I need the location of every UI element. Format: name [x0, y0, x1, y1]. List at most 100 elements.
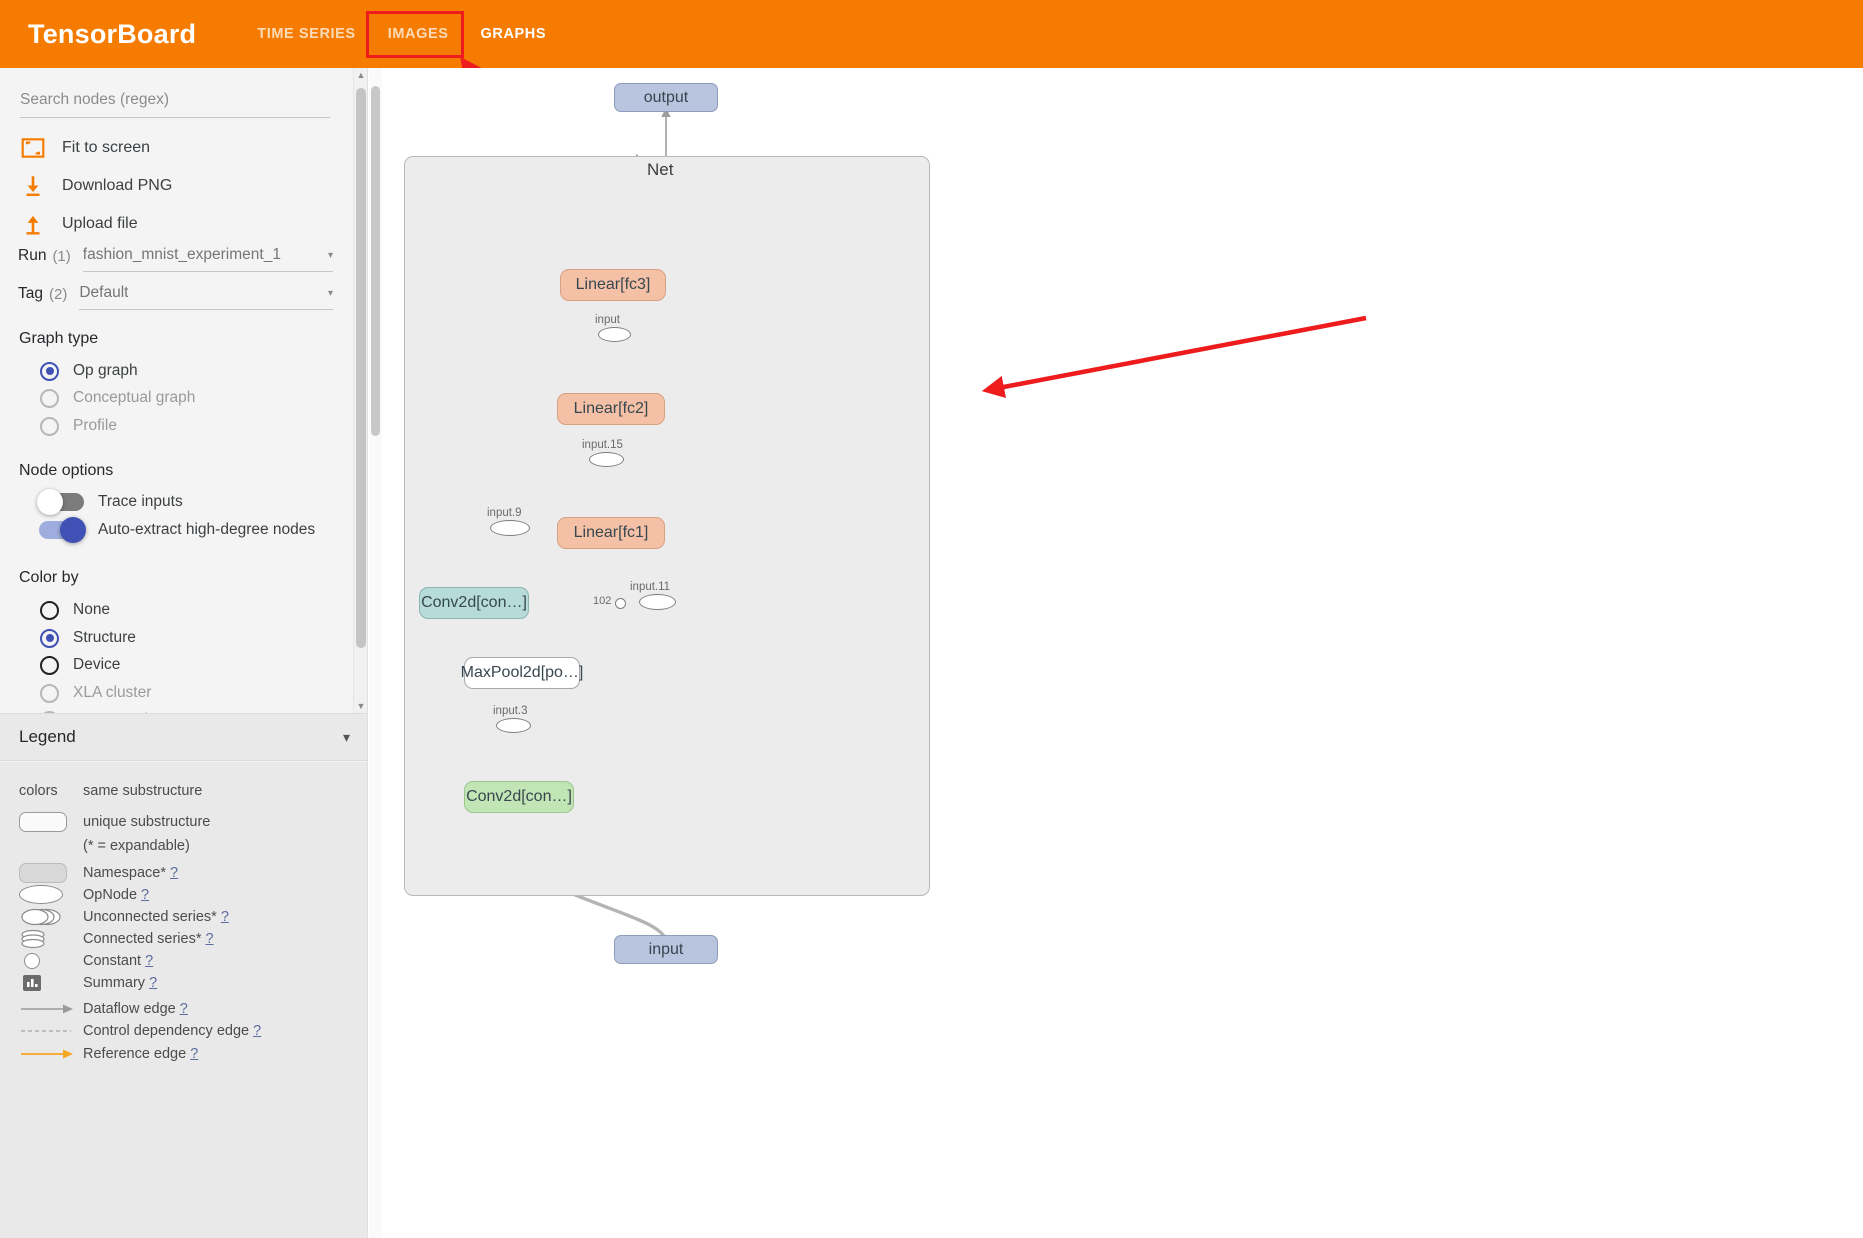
legend-label-same-substructure: same substructure [83, 782, 203, 799]
tensorboard-app: TensorBoard TIME SERIES IMAGES GRAPHS Se… [0, 0, 1863, 1238]
graph-node-linear-fc1[interactable]: Linear[fc1] [557, 517, 665, 549]
search-nodes-field[interactable] [20, 91, 330, 118]
help-link-connected-series[interactable]: ? [206, 931, 214, 947]
radio-color-structure[interactable]: Structure [40, 627, 136, 649]
sidebar-scrollbar-thumb[interactable] [356, 88, 366, 648]
run-select-control[interactable]: fashion_mnist_experiment_1 ▾ [82, 246, 333, 272]
graph-node-output[interactable]: output [614, 83, 718, 112]
sidebar-scrollbar[interactable]: ▲ ▼ [353, 68, 367, 713]
legend-item-connected-series: Connected series* ? [0, 928, 367, 949]
toggle-icon-trace-inputs [37, 489, 84, 515]
legend-swatch-reference-edge [19, 1043, 81, 1064]
radio-color-device[interactable]: Device [40, 654, 120, 676]
upload-file-button[interactable]: Upload file [20, 209, 138, 239]
legend-header[interactable]: Legend ▾ [0, 713, 367, 761]
fit-to-screen-icon [21, 138, 45, 158]
legend-text-dataflow-edge: Dataflow edge [83, 1000, 176, 1017]
graph-opnode-input9[interactable] [490, 520, 530, 536]
legend-title: Legend [19, 727, 76, 746]
top-app-bar: TensorBoard TIME SERIES IMAGES GRAPHS [0, 0, 1863, 68]
graph-node-conv2d-conv2[interactable]: Conv2d[con…] [419, 587, 529, 619]
graph-node-linear-fc3[interactable]: Linear[fc3] [560, 269, 666, 301]
small-circle-icon [24, 952, 40, 969]
legend-label-dataflow-edge: Dataflow edge ? [83, 1001, 188, 1017]
graph-node-conv2d-conv1[interactable]: Conv2d[con…] [464, 781, 574, 813]
tag-selector[interactable]: Tag (2) Default ▾ [18, 284, 333, 310]
radio-label-color-structure: Structure [73, 629, 136, 646]
help-link-reference-edge[interactable]: ? [190, 1046, 198, 1062]
chevron-down-icon-tag: ▾ [327, 287, 333, 299]
op-label-input15: input.15 [582, 439, 623, 451]
toggle-icon-auto-extract [39, 517, 86, 543]
help-link-opnode[interactable]: ? [141, 887, 149, 903]
graph-opnode-input[interactable] [598, 327, 631, 342]
main-tabs: TIME SERIES IMAGES GRAPHS [241, 0, 562, 68]
toggle-auto-extract[interactable]: Auto-extract high-degree nodes [39, 517, 315, 543]
op-label-input9: input.9 [487, 507, 522, 519]
tag-count: (2) [49, 286, 68, 303]
graph-opnode-input15[interactable] [589, 452, 624, 467]
graph-opnode-input3[interactable] [496, 718, 531, 733]
upload-icon [26, 215, 40, 235]
chevron-down-icon-run: ▾ [327, 249, 333, 261]
legend-swatch-control-dependency-edge [19, 1020, 81, 1041]
radio-label-conceptual-graph: Conceptual graph [73, 389, 196, 406]
dashed-arrow-icon [21, 1029, 71, 1032]
legend-text-reference-edge: Reference edge [83, 1045, 187, 1062]
graph-node-maxpool2d[interactable]: MaxPool2d[po…] [461, 657, 583, 689]
run-selector[interactable]: Run (1) fashion_mnist_experiment_1 ▾ [18, 246, 333, 272]
legend-text-constant: Constant [83, 952, 142, 969]
fit-to-screen-button[interactable]: Fit to screen [20, 133, 150, 163]
toggle-trace-inputs[interactable]: Trace inputs [37, 489, 183, 515]
radio-color-xla-cluster[interactable]: XLA cluster [40, 682, 151, 704]
graph-node-linear-fc2[interactable]: Linear[fc2] [557, 393, 665, 425]
help-link-constant[interactable]: ? [145, 953, 153, 969]
radio-conceptual-graph[interactable]: Conceptual graph [40, 387, 195, 409]
legend-text-namespace: Namespace* [83, 864, 167, 881]
left-sidebar: Fit to screen Download PNG Upload file [0, 68, 368, 1238]
toggle-label-auto-extract: Auto-extract high-degree nodes [98, 521, 316, 538]
help-link-unconnected-series[interactable]: ? [221, 909, 229, 925]
download-png-button[interactable]: Download PNG [20, 171, 172, 201]
tab-images[interactable]: IMAGES [372, 0, 465, 68]
legend-swatch-unique-substructure [19, 811, 81, 832]
toggle-label-trace-inputs: Trace inputs [98, 493, 183, 510]
legend-item-same-substructure: colors same substructure [0, 780, 367, 801]
legend-item-namespace: Namespace* ? [0, 862, 367, 883]
color-by-title: Color by [19, 569, 79, 586]
graph-canvas[interactable]: Net output Linear[fc3] input Linear[fc2]… [369, 68, 1863, 1238]
radio-profile[interactable]: Profile [40, 415, 117, 437]
scroll-up-icon[interactable]: ▲ [356, 70, 366, 80]
stacked-disc-icon [21, 929, 45, 948]
legend-label-reference-edge: Reference edge ? [83, 1046, 198, 1062]
help-link-namespace[interactable]: ? [170, 865, 178, 881]
scroll-down-icon[interactable]: ▼ [356, 701, 366, 711]
tab-time-series[interactable]: TIME SERIES [241, 0, 371, 68]
legend-body: colors same substructure unique substruc… [0, 762, 367, 1238]
graph-opnode-input11[interactable] [639, 594, 676, 610]
search-input[interactable] [20, 91, 330, 118]
run-label: Run [18, 247, 47, 264]
graph-constant-102-node[interactable] [615, 598, 626, 609]
stacked-ellipse-icon [21, 908, 61, 925]
help-link-dataflow-edge[interactable]: ? [180, 1001, 188, 1017]
radio-color-none[interactable]: None [40, 599, 110, 621]
fit-to-screen-label: Fit to screen [62, 139, 151, 156]
legend-item-expandable-note: (* = expandable) [0, 835, 367, 856]
chevron-down-icon-legend[interactable]: ▾ [343, 729, 350, 746]
tab-graphs[interactable]: GRAPHS [465, 0, 563, 68]
net-group-label: Net [647, 160, 674, 179]
tag-value: Default [79, 284, 129, 301]
radio-op-graph[interactable]: Op graph [40, 360, 138, 382]
help-link-control-dependency-edge[interactable]: ? [253, 1023, 261, 1039]
tag-label: Tag [18, 285, 43, 302]
tag-select-control[interactable]: Default ▾ [79, 284, 333, 310]
legend-item-dataflow-edge: Dataflow edge ? [0, 998, 367, 1019]
rounded-rect-outline-icon [19, 811, 67, 832]
graph-node-input[interactable]: input [614, 935, 718, 964]
run-value: fashion_mnist_experiment_1 [82, 246, 281, 263]
legend-swatch-connected-series [19, 928, 81, 949]
summary-icon [23, 974, 41, 991]
help-link-summary[interactable]: ? [149, 975, 157, 991]
legend-swatch-opnode [19, 884, 81, 905]
